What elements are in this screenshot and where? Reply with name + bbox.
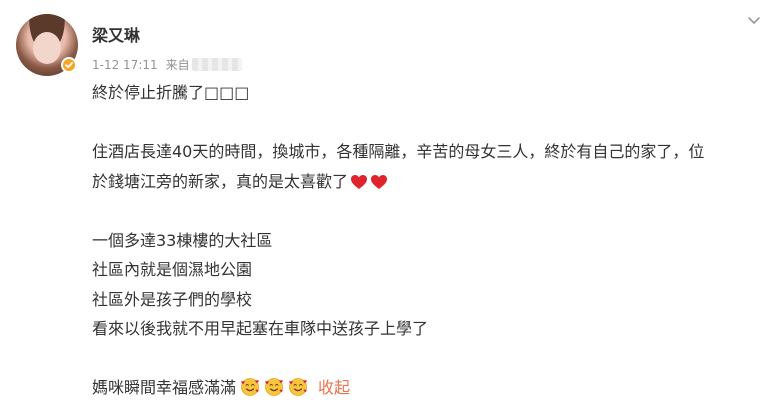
post-title-line: 終於停止折騰了□□□ xyxy=(92,83,250,102)
last-line-text: 媽咪瞬間幸福感滿滿 xyxy=(92,378,237,397)
list-line: 一個多達33棟樓的大社區 xyxy=(92,230,273,250)
collapse-link[interactable]: 收起 xyxy=(318,378,350,397)
weibo-post-card: 梁又琳 1-12 17:11 来自 終於停止折騰了□□□ 住酒店長達40天的時間… xyxy=(0,0,782,403)
avatar-face xyxy=(33,32,61,64)
smiling-face-with-hearts-icon xyxy=(264,377,284,397)
list-line: 社區外是孩子們的學校 xyxy=(92,289,253,309)
paragraph-line-2: 於錢塘江旁的新家，真的是太喜歡了 xyxy=(92,167,772,197)
list-line: 看來以後我就不用早起塞在車隊中送孩子上學了 xyxy=(92,319,429,338)
smiling-face-with-hearts-icon xyxy=(288,377,308,397)
red-heart-icon xyxy=(370,170,388,200)
verified-check-icon xyxy=(65,62,73,69)
post-time[interactable]: 1-12 17:11 xyxy=(92,58,158,72)
post-meta: 1-12 17:11 来自 xyxy=(92,56,242,73)
list-line: 社區內就是個濕地公園 xyxy=(92,260,253,279)
paragraph-line-2-text: 於錢塘江旁的新家，真的是太喜歡了 xyxy=(92,171,349,191)
verified-badge-icon xyxy=(61,57,77,73)
post-source-blurred xyxy=(191,58,242,71)
username[interactable]: 梁又琳 xyxy=(92,22,140,46)
chevron-down-icon[interactable] xyxy=(746,12,762,28)
smiling-face-with-hearts-icon xyxy=(240,377,260,397)
post-content: 終於停止折騰了□□□ 住酒店長達40天的時間，換城市，各種隔離，辛苦的母女三人，… xyxy=(92,78,772,403)
last-line: 媽咪瞬間幸福感滿滿 收起 xyxy=(92,373,772,403)
post-source-label: 来自 xyxy=(165,58,190,72)
paragraph-line-1: 住酒店長達40天的時間，換城市，各種隔離，辛苦的母女三人，終於有自己的家了，位 xyxy=(92,142,705,161)
red-heart-icon xyxy=(350,170,368,200)
